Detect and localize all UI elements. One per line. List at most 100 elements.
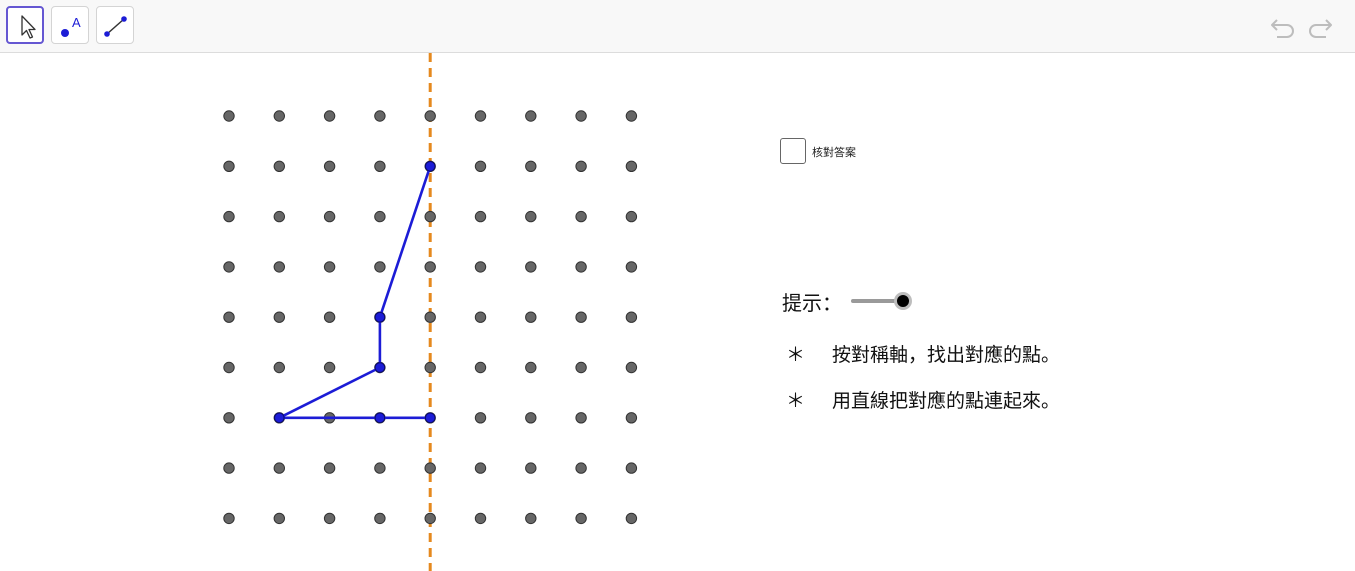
grid-point[interactable]: [525, 261, 537, 273]
shape-point[interactable]: [374, 412, 386, 424]
shape-point[interactable]: [274, 412, 285, 424]
undo-button[interactable]: [1268, 14, 1298, 38]
grid-point[interactable]: [223, 110, 235, 122]
grid-point[interactable]: [273, 160, 285, 173]
shape-point[interactable]: [374, 311, 386, 323]
grid-point[interactable]: [625, 361, 638, 374]
grid-point[interactable]: [323, 110, 336, 122]
grid-point[interactable]: [474, 361, 487, 374]
grid-point[interactable]: [223, 462, 235, 474]
grid-point[interactable]: [575, 261, 587, 273]
grid-point[interactable]: [575, 110, 587, 122]
grid-point[interactable]: [424, 110, 436, 122]
grid-point[interactable]: [474, 210, 487, 223]
grid-point[interactable]: [223, 160, 235, 173]
grid-point[interactable]: [273, 110, 285, 122]
shape-segment[interactable]: [277, 366, 382, 420]
grid-point[interactable]: [273, 210, 285, 223]
grid-point[interactable]: [223, 311, 235, 323]
grid-point[interactable]: [424, 261, 436, 273]
grid-point[interactable]: [474, 311, 487, 323]
grid-point[interactable]: [223, 361, 235, 374]
check-answer-checkbox[interactable]: [780, 138, 806, 164]
grid-point[interactable]: [625, 512, 638, 525]
segment-tool-button[interactable]: [96, 6, 134, 44]
instruction-bullet: ＊: [786, 344, 806, 366]
grid-point[interactable]: [323, 160, 336, 173]
grid-point[interactable]: [575, 412, 587, 424]
grid-point[interactable]: [625, 462, 638, 474]
grid-point[interactable]: [575, 160, 587, 173]
grid-point[interactable]: [575, 311, 587, 323]
grid-point[interactable]: [474, 160, 487, 173]
grid-point[interactable]: [625, 311, 638, 323]
point-icon: A: [61, 15, 81, 37]
move-tool-button[interactable]: [6, 6, 44, 44]
grid-point[interactable]: [374, 210, 386, 223]
grid-point[interactable]: [424, 512, 436, 525]
grid-point[interactable]: [424, 311, 436, 323]
instruction-1: ＊ 按對稱軸，找出對應的點。: [786, 340, 1060, 367]
grid-point[interactable]: [525, 462, 537, 474]
grid-point[interactable]: [223, 412, 235, 424]
undo-icon: [1271, 19, 1294, 38]
hint-slider-thumb[interactable]: [894, 292, 912, 310]
grid-point[interactable]: [424, 361, 436, 374]
grid-point[interactable]: [374, 462, 386, 474]
grid-point[interactable]: [374, 261, 386, 273]
grid-point[interactable]: [323, 210, 336, 223]
shape-point[interactable]: [374, 362, 386, 373]
grid-point[interactable]: [525, 412, 537, 424]
grid-point[interactable]: [474, 412, 487, 424]
grid-point[interactable]: [525, 210, 537, 223]
shape-point[interactable]: [424, 412, 436, 424]
grid-point[interactable]: [474, 512, 487, 525]
grid-point[interactable]: [575, 512, 587, 525]
grid-point[interactable]: [323, 261, 336, 273]
grid-point[interactable]: [223, 210, 235, 223]
grid-point[interactable]: [374, 160, 386, 173]
grid-point[interactable]: [625, 160, 638, 173]
grid-point[interactable]: [374, 110, 386, 122]
grid-point[interactable]: [323, 462, 336, 474]
redo-button[interactable]: [1305, 14, 1335, 38]
grid-point[interactable]: [323, 361, 336, 374]
grid-point[interactable]: [525, 110, 537, 122]
grid-point[interactable]: [625, 210, 638, 223]
instruction-text: 按對稱軸，找出對應的點。: [832, 344, 1061, 366]
grid-point[interactable]: [223, 261, 235, 273]
grid-point[interactable]: [625, 412, 638, 424]
grid-point[interactable]: [273, 261, 285, 273]
grid-point[interactable]: [575, 462, 587, 474]
grid-point[interactable]: [323, 311, 336, 323]
grid-point[interactable]: [273, 462, 285, 474]
instruction-2: ＊ 用直線把對應的點連起來。: [786, 386, 1060, 413]
point-tool-button[interactable]: A: [51, 6, 89, 44]
grid-point[interactable]: [575, 210, 587, 223]
grid-point[interactable]: [273, 512, 285, 525]
grid-point[interactable]: [273, 361, 285, 374]
shape-segment[interactable]: [378, 165, 432, 319]
drawing-canvas[interactable]: [0, 53, 700, 571]
arrow-cursor-icon: [21, 15, 36, 39]
grid-point[interactable]: [424, 210, 436, 223]
point-label-glyph: A: [72, 15, 81, 30]
grid-point[interactable]: [525, 160, 537, 173]
shape-point[interactable]: [424, 161, 436, 172]
grid-point[interactable]: [273, 311, 285, 323]
grid-point[interactable]: [424, 462, 436, 474]
grid-point[interactable]: [625, 261, 638, 273]
grid-point[interactable]: [525, 311, 537, 323]
grid-point[interactable]: [323, 512, 336, 525]
grid-point[interactable]: [474, 261, 487, 273]
grid-point[interactable]: [525, 512, 537, 525]
grid-point[interactable]: [223, 512, 235, 525]
segment-icon: [104, 16, 127, 37]
grid-point[interactable]: [474, 462, 487, 474]
instruction-text: 用直線把對應的點連起來。: [832, 390, 1061, 412]
grid-point[interactable]: [474, 110, 487, 122]
grid-point[interactable]: [525, 361, 537, 374]
grid-point[interactable]: [374, 512, 386, 525]
grid-point[interactable]: [575, 361, 587, 374]
grid-point[interactable]: [625, 110, 638, 122]
